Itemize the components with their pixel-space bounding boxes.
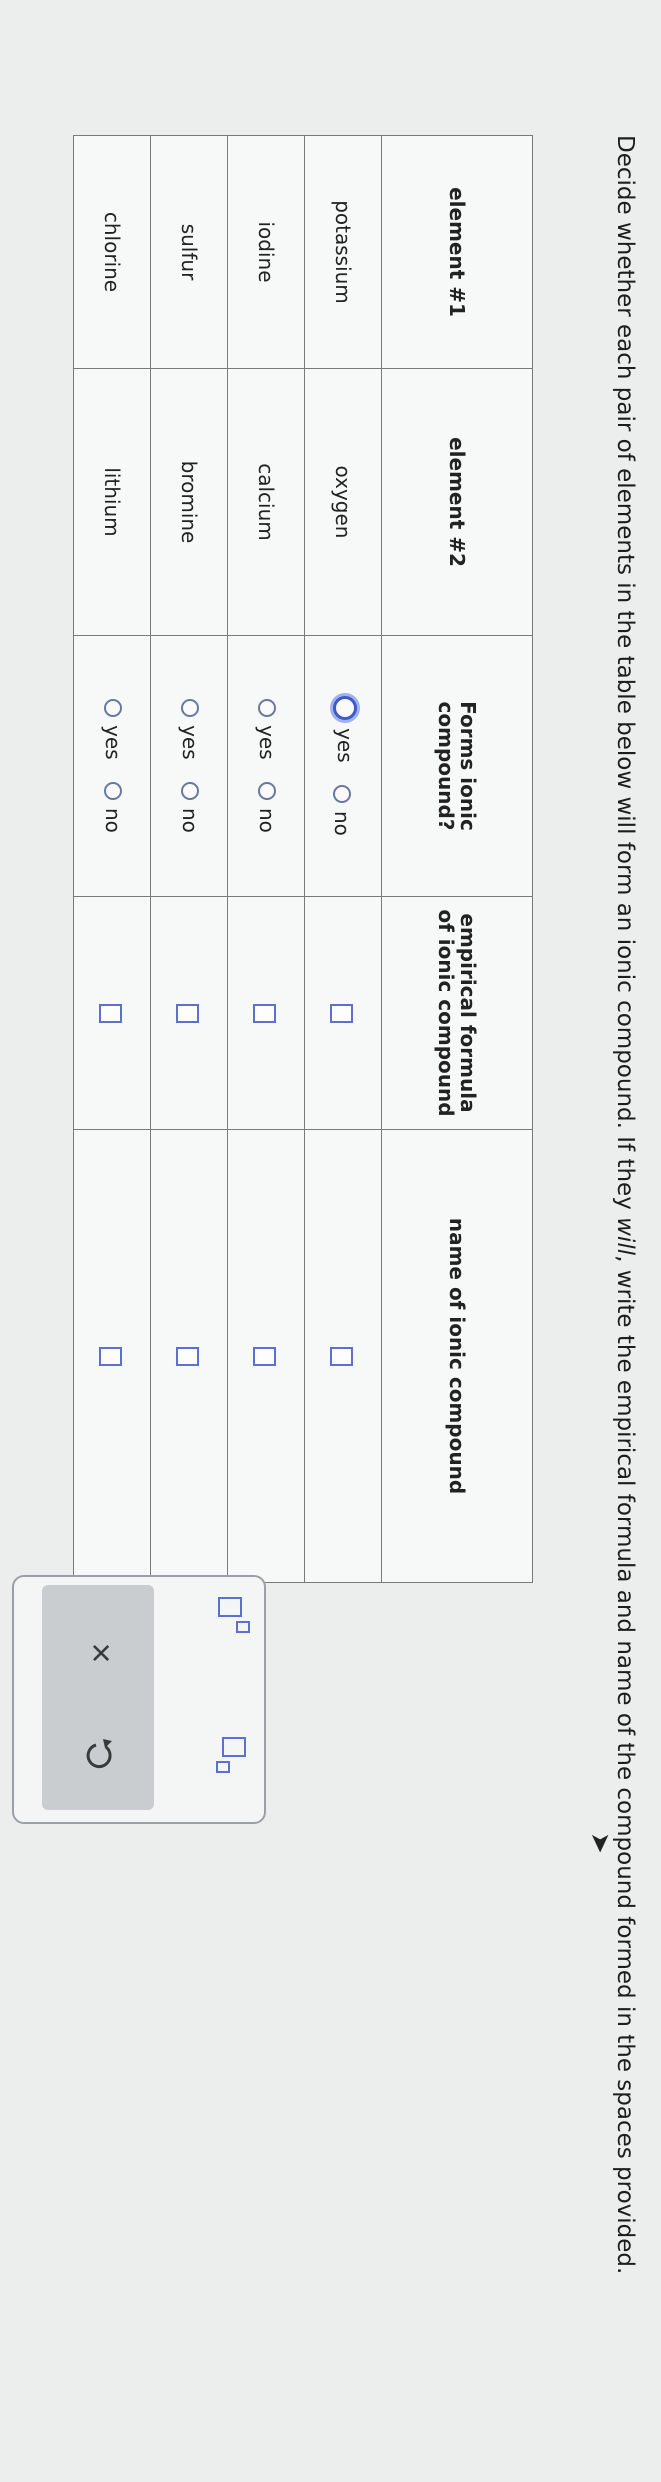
yes-option[interactable]: yes [101,699,125,760]
instructions: Decide whether each pair of elements in … [611,135,639,2385]
close-icon[interactable]: × [76,1633,126,1673]
action-bar: × [42,1585,154,1810]
name-cell [304,1129,382,1583]
instructions-part2: , write the empirical formula and name o… [612,1255,638,2275]
header-compound-name: name of ionic compound [381,1129,533,1583]
yes-label: yes [101,725,125,760]
formula-cell [227,896,305,1130]
superscript-base-box [218,1597,242,1617]
subscript-index-box [216,1761,230,1773]
name-input[interactable] [253,1346,277,1366]
formula-cell [304,896,382,1130]
superscript-icon[interactable] [214,1597,250,1637]
superscript-exponent-box [236,1621,250,1633]
header-element1: element #1 [381,135,533,369]
table-row: sulfur bromine yes no [150,135,228,1583]
yes-radio[interactable] [333,696,358,721]
no-label: no [101,808,125,833]
yes-radio[interactable] [258,699,276,718]
header-empirical-formula: empirical formula of ionic compound [381,896,533,1130]
header-forms-ionic: Forms ionic compound? [381,635,533,897]
formula-input[interactable] [99,1003,123,1023]
no-label: no [330,811,355,836]
no-option[interactable]: no [178,782,202,833]
table-row: iodine calcium yes no [227,135,305,1583]
instructions-part1: Decide whether each pair of elements in … [612,135,638,1218]
name-input[interactable] [176,1346,200,1366]
name-input[interactable] [330,1346,354,1366]
formula-tool-panel: × [12,1575,266,1824]
name-cell [227,1129,305,1583]
formula-cell [150,896,228,1130]
undo-icon-svg [86,1739,112,1769]
yes-radio[interactable] [104,699,122,718]
element1-cell: sulfur [150,135,228,369]
undo-icon[interactable] [80,1735,120,1775]
formula-input[interactable] [253,1003,277,1023]
instructions-emphasis: will [612,1217,638,1256]
element1-cell: potassium [304,135,382,369]
elements-table: element #1 element #2 Forms ionic compou… [73,135,533,1583]
question-page: Decide whether each pair of elements in … [0,0,661,2482]
no-label: no [255,808,279,833]
element2-cell: lithium [73,368,151,636]
table-row: potassium oxygen yes no [304,135,382,1583]
forms-ionic-cell: yes no [73,635,151,897]
no-radio[interactable] [104,782,122,800]
no-label: no [178,808,202,833]
mouse-pointer-icon: ➤ [586,1832,616,1854]
subscript-icon[interactable] [214,1737,250,1777]
yes-option[interactable]: yes [333,696,358,763]
yes-label: yes [255,725,279,760]
table-header-row: element #1 element #2 Forms ionic compou… [381,135,533,1583]
element1-cell: iodine [227,135,305,369]
forms-ionic-cell: yes no [304,635,382,897]
no-radio[interactable] [333,785,352,803]
table-row: chlorine lithium yes no [73,135,151,1583]
no-option[interactable]: no [331,785,355,836]
element1-cell: chlorine [73,135,151,369]
yes-label: yes [333,728,358,763]
element2-cell: bromine [150,368,228,636]
no-option[interactable]: no [255,782,279,833]
element2-cell: oxygen [304,368,382,636]
formula-input[interactable] [330,1003,354,1023]
forms-ionic-cell: yes no [150,635,228,897]
no-option[interactable]: no [101,782,125,833]
name-input[interactable] [99,1346,123,1366]
yes-label: yes [178,725,202,760]
yes-radio[interactable] [181,699,199,718]
formula-cell [73,896,151,1130]
header-element2: element #2 [381,368,533,636]
name-cell [73,1129,151,1583]
yes-option[interactable]: yes [178,699,202,760]
forms-ionic-cell: yes no [227,635,305,897]
name-cell [150,1129,228,1583]
no-radio[interactable] [258,782,276,800]
no-radio[interactable] [181,782,199,800]
formula-input[interactable] [176,1003,200,1023]
element2-cell: calcium [227,368,305,636]
subscript-base-box [222,1737,246,1757]
yes-option[interactable]: yes [255,699,279,760]
